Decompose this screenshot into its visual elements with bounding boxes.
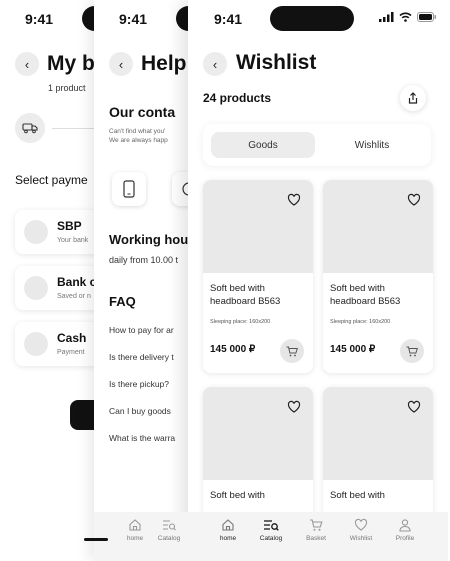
delivery-step [15,113,45,143]
faq-item[interactable]: How to pay for ar [109,325,174,335]
tab-wishlists[interactable]: Wishlits [320,132,424,158]
truck-icon [22,123,38,134]
cart-icon [286,346,298,356]
product-price: 145 000 ₽ [210,344,256,355]
faq-item[interactable]: Is there delivery t [109,352,174,362]
product-count: 1 product [48,83,86,93]
basket-screen: 9:41 ‹ My b 1 product Select payme SBP Y… [0,0,108,561]
radio-button[interactable] [24,220,48,244]
tab-goods[interactable]: Goods [211,132,315,158]
payment-subtitle: Your bank [57,237,89,244]
nav-catalog-help[interactable]: Catalog [154,518,184,542]
product-count: 24 products [203,91,272,105]
payment-title: Bank c [57,275,97,289]
radio-button[interactable] [24,332,48,356]
heart-icon[interactable] [287,193,301,207]
chevron-left-icon: ‹ [24,56,30,72]
segmented-tabs: Goods Wishlits [203,124,431,166]
page-title: My b [47,52,95,75]
status-time: 9:41 [119,11,148,27]
status-time: 9:41 [25,11,54,27]
heart-icon [354,518,368,531]
nav-label: Catalog [157,535,181,542]
product-name: Soft bed with headboard B563 [330,283,401,307]
nav-profile[interactable]: Profile [381,518,429,542]
signal-icon [379,12,394,22]
nav-home-help[interactable]: home [111,518,159,542]
product-name: Soft bed with headboard B563 [210,283,281,307]
nav-wishlist[interactable]: Wishlist [337,518,385,542]
page-title: Help [141,52,187,75]
wishlist-screen: 9:41 ‹ Wishlist 24 products Goods Wishli… [188,0,450,561]
catalog-icon [264,520,279,531]
product-name: Soft bed with [210,490,265,501]
product-card[interactable]: Soft bed with headboard B563 Sleeping pl… [203,180,313,373]
share-icon [408,91,418,104]
working-hours-heading: Working hou [109,232,189,247]
product-card[interactable]: Soft bed with [323,387,433,527]
nav-label: home [126,535,144,542]
working-hours-text: daily from 10.00 t [109,255,179,265]
payment-title: Cash [57,331,87,345]
nav-label: Wishlist [349,535,373,542]
product-card[interactable]: Soft bed with [203,387,313,527]
back-button[interactable]: ‹ [109,52,133,76]
cart-icon [310,519,323,531]
home-icon [129,519,141,531]
page-title: Wishlist [236,51,317,74]
section-heading: Select payme [15,173,88,187]
faq-item[interactable]: Can I buy goods [109,406,171,416]
back-button[interactable]: ‹ [15,52,39,76]
cart-icon [406,346,418,356]
faq-heading: FAQ [109,294,136,309]
nav-catalog[interactable]: Catalog [247,518,295,542]
chevron-left-icon: ‹ [212,56,218,72]
nav-home[interactable]: home [204,518,252,542]
contacts-text: Can't find what you' [109,128,166,135]
contacts-heading: Our conta [109,104,176,120]
dynamic-island [270,6,354,31]
product-spec: Sleeping place: 160x200 [210,319,271,325]
user-icon [399,519,411,532]
payment-subtitle: Saved or n [57,293,91,300]
back-button[interactable]: ‹ [203,52,227,76]
contacts-text: We are always happ [109,137,168,144]
share-button[interactable] [400,85,426,111]
payment-title: SBP [57,219,82,233]
faq-item[interactable]: Is there pickup? [109,379,169,389]
add-to-cart-button[interactable] [400,339,424,363]
nav-label: home [219,535,237,542]
faq-item[interactable]: What is the warra [109,433,175,443]
battery-icon [417,12,436,22]
status-time: 9:41 [214,11,243,27]
product-spec: Sleeping place: 160x200 [330,319,391,325]
heart-icon[interactable] [287,400,301,414]
home-icon [222,519,234,531]
payment-subtitle: Payment [57,349,85,356]
nav-label: Profile [395,535,415,542]
wifi-icon [399,12,412,22]
product-card[interactable]: Soft bed with headboard B563 Sleeping pl… [323,180,433,373]
nav-label: Catalog [259,535,283,542]
bottom-nav: home Catalog home Catalog Basket Wishlis… [94,512,448,561]
heart-icon[interactable] [407,400,421,414]
status-icons [379,12,437,22]
phone-contact-button[interactable] [112,172,146,206]
nav-label: Basket [306,535,326,542]
heart-icon[interactable] [407,193,421,207]
add-to-cart-button[interactable] [280,339,304,363]
nav-basket[interactable]: Basket [292,518,340,542]
home-indicator [84,538,108,541]
product-price: 145 000 ₽ [330,344,376,355]
phone-icon [123,180,135,198]
catalog-icon [163,520,176,531]
product-name: Soft bed with [330,490,385,501]
radio-button[interactable] [24,276,48,300]
chevron-left-icon: ‹ [118,56,124,72]
